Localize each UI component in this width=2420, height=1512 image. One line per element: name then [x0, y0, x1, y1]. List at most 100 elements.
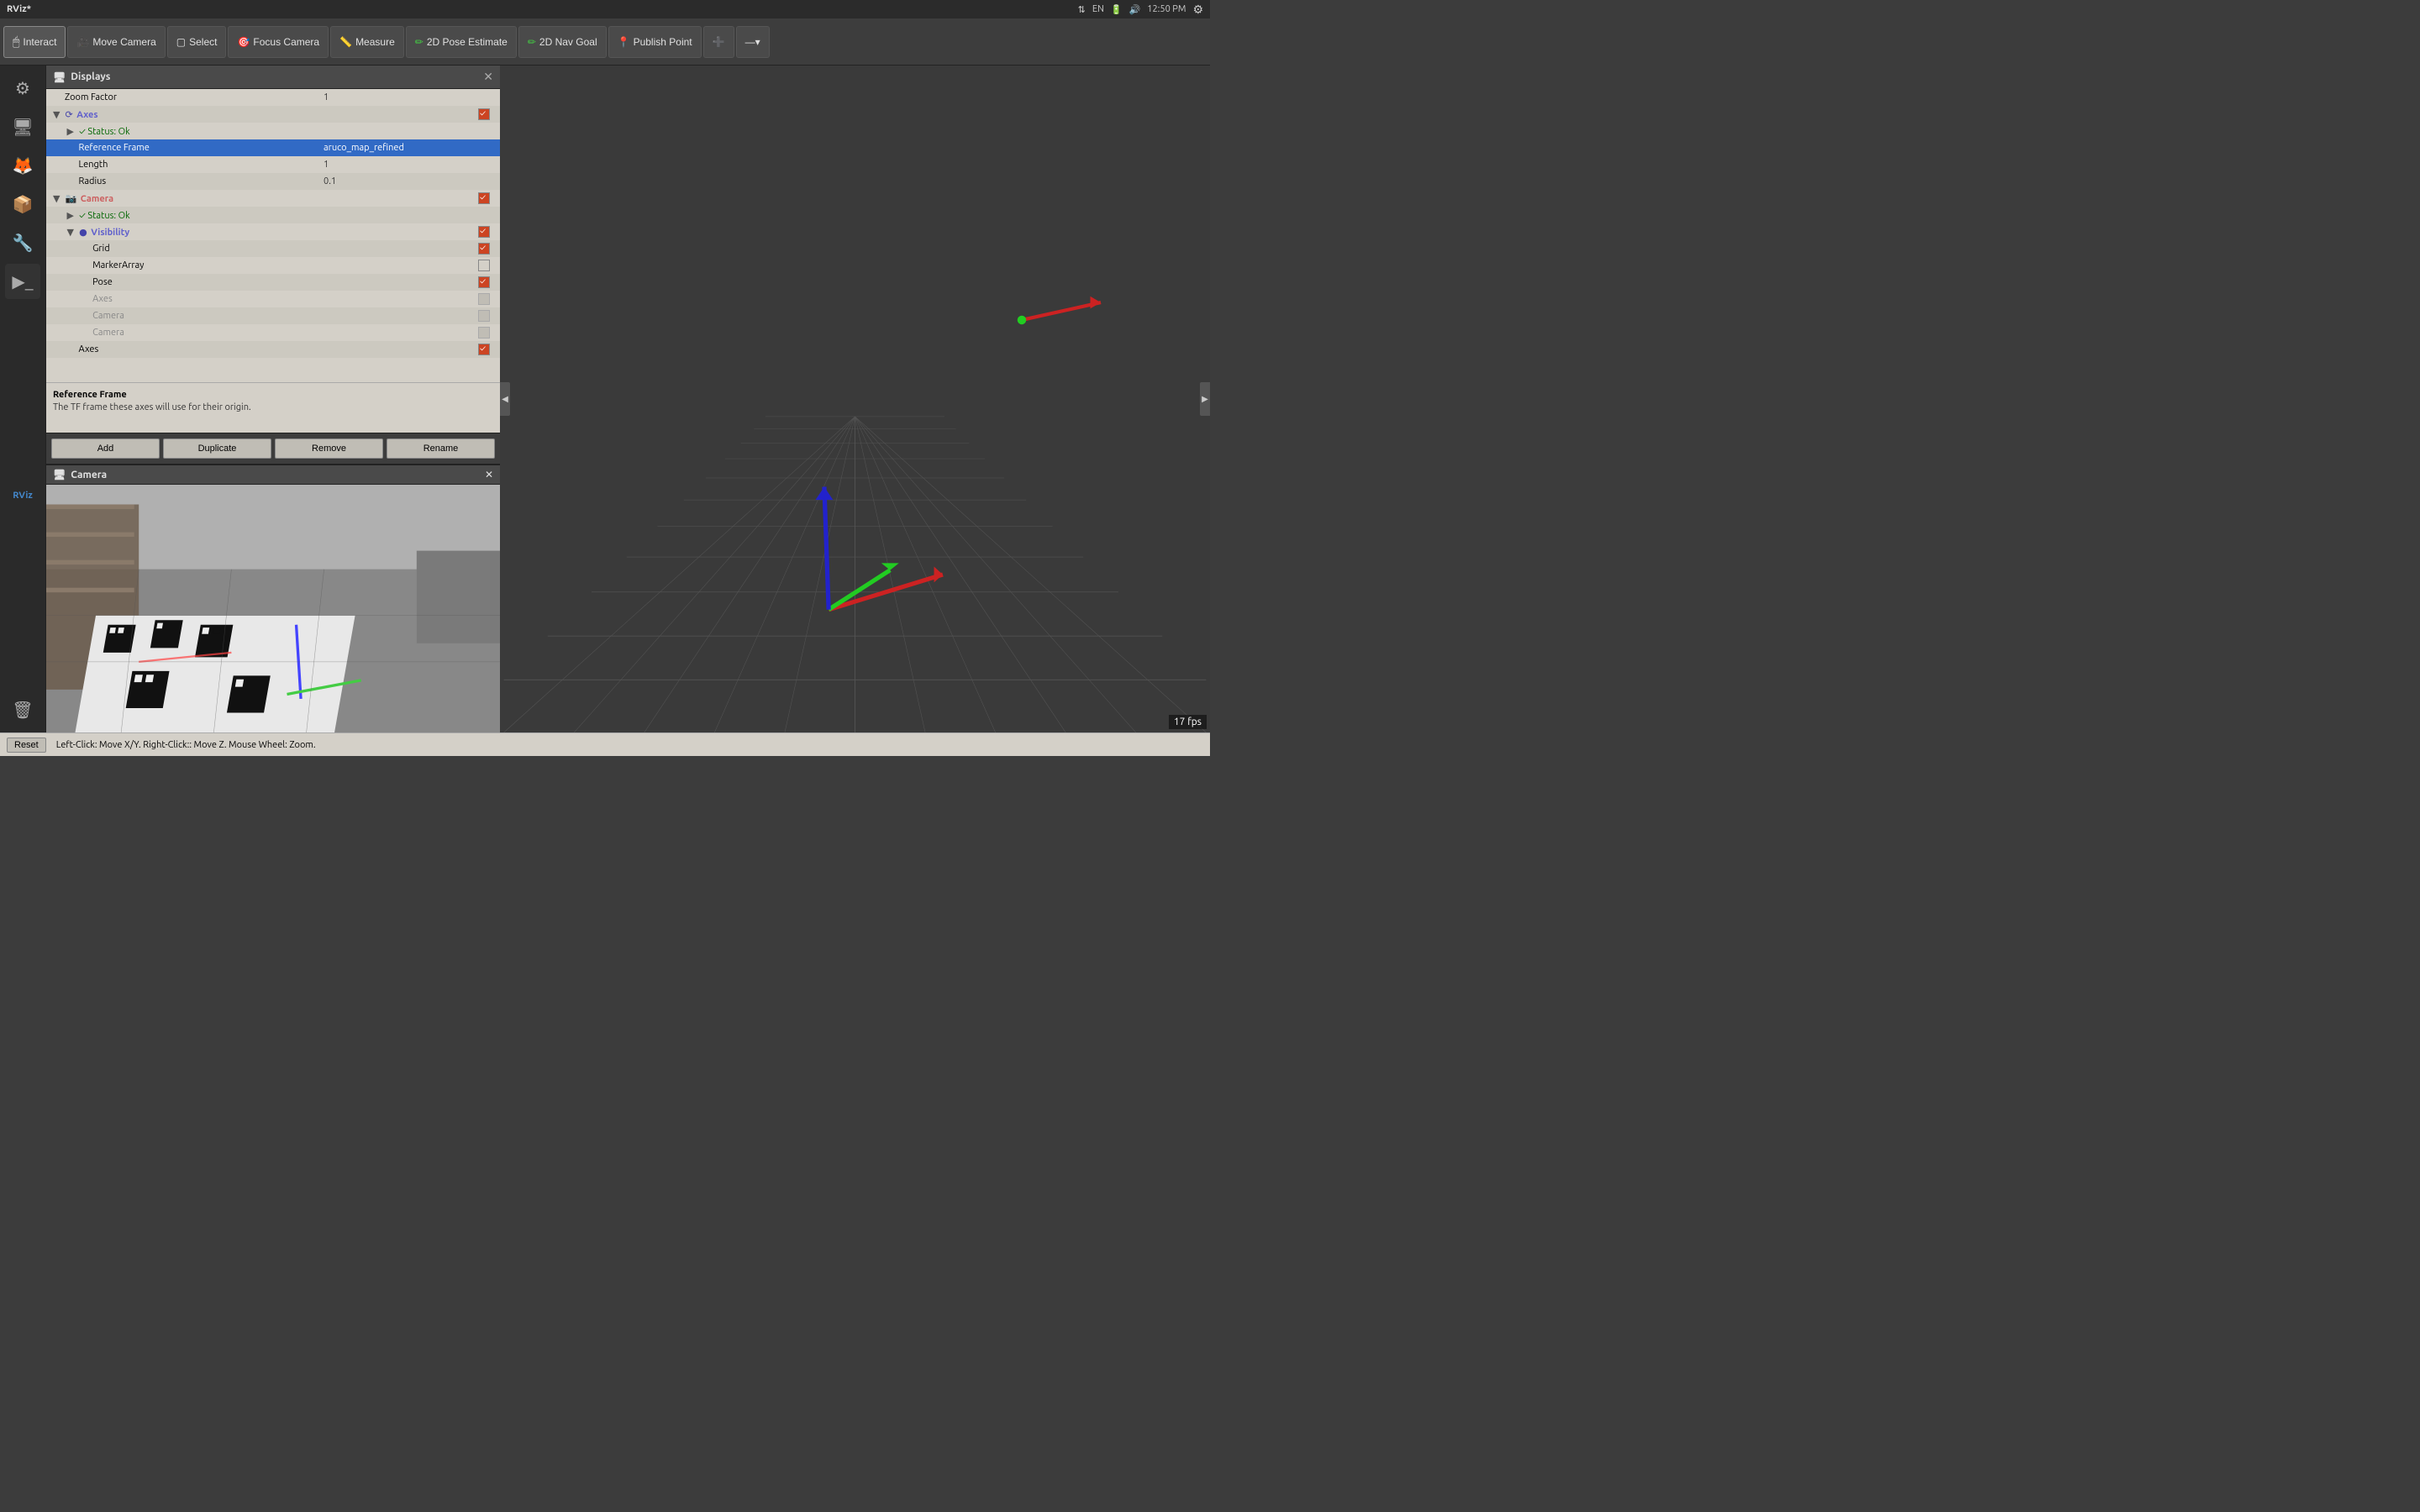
publish-point-icon: 📍 [618, 36, 630, 48]
grid-checkbox[interactable] [471, 243, 497, 255]
camera-panel-title: Camera [71, 470, 485, 480]
viewport-grid [500, 66, 1210, 732]
3d-viewport[interactable]: ▶ 17 fps [500, 66, 1210, 732]
reset-button[interactable]: Reset [7, 738, 46, 753]
camera-image [46, 485, 500, 732]
visibility-arrow[interactable]: ▼ [67, 227, 77, 238]
camera-view[interactable] [46, 485, 500, 732]
axes-label: ▼ ⟳ Axes [50, 109, 320, 120]
camera-status-label: ▶ ✓ Status: Ok [50, 210, 320, 221]
pose-row[interactable]: Pose [46, 274, 500, 291]
sidebar-item-trash[interactable]: 🗑 [5, 692, 40, 727]
camera-status-arrow[interactable]: ▶ [67, 210, 77, 221]
move-camera-button[interactable]: 🎥 Move Camera [67, 26, 165, 58]
camera-sub2-checkbox[interactable] [471, 327, 497, 339]
left-panel-collapse-arrow[interactable]: ◀ [500, 382, 510, 416]
reference-frame-value: aruco_map_refined [320, 143, 471, 153]
sidebar-item-terminal[interactable]: ▶_ [5, 264, 40, 299]
displays-scroll-area: Zoom Factor 1 ▼ ⟳ Axes [46, 89, 500, 382]
radius-label: Radius [50, 176, 320, 186]
rename-button[interactable]: Rename [387, 438, 495, 459]
battery-icon: 🔋 [1111, 4, 1123, 15]
select-button[interactable]: ▢ Select [167, 26, 227, 58]
duplicate-button[interactable]: Duplicate [163, 438, 271, 459]
main: ⚙ 🖥 🦊 📦 🔧 ▶_ RViz 🗑 🖥 Displays ✕ [0, 66, 1210, 732]
axes-name: Axes [76, 110, 97, 120]
pose-estimate-button[interactable]: ✏ 2D Pose Estimate [406, 26, 517, 58]
titlebar-right: ⇅ EN 🔋 🔊 12:50 PM ⚙ [1078, 3, 1203, 17]
camera-panel-icon: 🖥 [53, 469, 66, 480]
axes-status-arrow[interactable]: ▶ [67, 126, 77, 137]
network-icon: ⇅ [1078, 4, 1086, 15]
sidebar-item-package[interactable]: 📦 [5, 186, 40, 222]
app-title: RViz* [7, 4, 31, 14]
length-value: 1 [320, 160, 471, 170]
add-display-button[interactable]: Add [51, 438, 160, 459]
length-row[interactable]: Length 1 [46, 156, 500, 173]
camera-panel: 🖥 Camera ✕ [46, 464, 500, 732]
statusbar: Reset Left-Click: Move X/Y. Right-Click:… [0, 732, 1210, 756]
measure-icon: 📏 [339, 36, 352, 48]
add-icon: ➕ [713, 36, 725, 48]
sidebar-item-rviz[interactable]: RViz [5, 478, 40, 513]
axes-sub-checkbox[interactable] [471, 293, 497, 305]
markerarray-checkbox[interactable] [471, 260, 497, 271]
camera-sub2-row[interactable]: Camera [46, 324, 500, 341]
volume-icon: 🔊 [1129, 4, 1141, 15]
visibility-name: Visibility [91, 228, 129, 238]
menu-button[interactable]: —▾ [736, 26, 770, 58]
camera-panel-close[interactable]: ✕ [485, 469, 493, 480]
zoom-factor-row[interactable]: Zoom Factor 1 [46, 89, 500, 106]
focus-camera-icon: 🎯 [237, 36, 250, 48]
sidebar-item-power[interactable]: ⚙ [5, 71, 40, 106]
camera-arrow[interactable]: ▼ [53, 193, 63, 204]
sidebar-item-firefox[interactable]: 🦊 [5, 148, 40, 183]
focus-camera-button[interactable]: 🎯 Focus Camera [228, 26, 329, 58]
camera-display-name: Camera [81, 194, 113, 204]
titlebar: RViz* ⇅ EN 🔋 🔊 12:50 PM ⚙ [0, 0, 1210, 18]
camera-status-row: ▶ ✓ Status: Ok [46, 207, 500, 223]
axes-row[interactable]: ▼ ⟳ Axes [46, 106, 500, 123]
add-button[interactable]: ➕ [703, 26, 734, 58]
camera-sub-row[interactable]: Camera [46, 307, 500, 324]
axes-checkbox[interactable] [471, 108, 497, 120]
markerarray-row[interactable]: MarkerArray [46, 257, 500, 274]
sidebar-item-display[interactable]: 🖥 [5, 109, 40, 144]
axes-sub-row[interactable]: Axes [46, 291, 500, 307]
grid-row[interactable]: Grid [46, 240, 500, 257]
visibility-row[interactable]: ▼ ● Visibility [46, 223, 500, 240]
visibility-checkbox[interactable] [471, 226, 497, 238]
axes-checked-row[interactable]: Axes [46, 341, 500, 358]
nav-goal-icon: ✏ [528, 36, 536, 48]
camera-sub-checkbox[interactable] [471, 310, 497, 322]
displays-content[interactable]: Zoom Factor 1 ▼ ⟳ Axes [46, 89, 500, 382]
displays-panel: 🖥 Displays ✕ Zoom Factor 1 [46, 66, 500, 464]
interact-icon: 🖱 [13, 34, 19, 49]
markerarray-label: MarkerArray [50, 260, 320, 270]
publish-point-button[interactable]: 📍 Publish Point [608, 26, 702, 58]
sidebar-item-wrench[interactable]: 🔧 [5, 225, 40, 260]
interact-button[interactable]: 🖱 Interact [3, 26, 66, 58]
reference-frame-label: Reference Frame [50, 143, 320, 153]
displays-header: 🖥 Displays ✕ [46, 66, 500, 89]
axes-status-label: ▶ ✓ Status: Ok [50, 126, 320, 137]
pose-checkbox[interactable] [471, 276, 497, 288]
measure-button[interactable]: 📏 Measure [330, 26, 404, 58]
axes-status-row: ▶ ✓ Status: Ok [46, 123, 500, 139]
displays-title: Displays [71, 71, 483, 82]
camera-sub-label: Camera [50, 311, 320, 321]
right-panel-expand-arrow[interactable]: ▶ [1200, 382, 1210, 416]
reference-frame-row[interactable]: Reference Frame aruco_map_refined [46, 139, 500, 156]
camera-header: 🖥 Camera ✕ [46, 465, 500, 485]
radius-row[interactable]: Radius 0.1 [46, 173, 500, 190]
camera-display-checkbox[interactable] [471, 192, 497, 204]
axes-checked-checkbox[interactable] [471, 344, 497, 355]
camera-display-row[interactable]: ▼ 📷 Camera [46, 190, 500, 207]
displays-close-button[interactable]: ✕ [483, 70, 493, 84]
settings-icon[interactable]: ⚙ [1192, 3, 1203, 17]
select-icon: ▢ [176, 36, 186, 48]
visibility-label: ▼ ● Visibility [50, 227, 320, 238]
nav-goal-button[interactable]: ✏ 2D Nav Goal [518, 26, 607, 58]
axes-arrow[interactable]: ▼ [53, 109, 63, 120]
remove-button[interactable]: Remove [275, 438, 383, 459]
